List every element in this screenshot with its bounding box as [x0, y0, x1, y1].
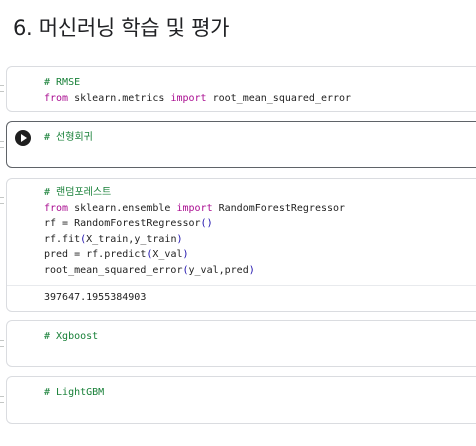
- cell-code: # Xgboost: [44, 329, 98, 345]
- code-line: pred = rf.predict(X_val): [44, 247, 345, 263]
- code-comment: # Xgboost: [44, 331, 99, 342]
- code-comment: # LightGBM: [44, 387, 105, 398]
- code-token: root_mean_squared_error: [206, 92, 352, 104]
- section-heading: 6. 머신러닝 학습 및 평가: [13, 16, 230, 40]
- code-comment: # 랜덤포레스트: [44, 187, 112, 198]
- code-keyword: import: [176, 202, 213, 214]
- cell-code: # 선형회귀: [44, 130, 93, 146]
- code-line: # 선형회귀: [44, 130, 93, 146]
- code-cell-xgboost[interactable]: # Xgboost: [6, 320, 476, 367]
- code-line: root_mean_squared_error(y_val,pred): [44, 263, 345, 279]
- code-cell-lightgbm[interactable]: # LightGBM: [6, 376, 476, 424]
- code-token: rf = RandomForestRegressor: [44, 218, 201, 229]
- cell-code: # LightGBM: [44, 385, 104, 401]
- code-line: rf = RandomForestRegressor(): [44, 216, 345, 232]
- cell-gutter-marker: [0, 197, 4, 204]
- cell-code: # RMSE from sklearn.metrics import root_m…: [44, 75, 351, 106]
- code-token: ): [248, 264, 255, 276]
- cell-code: # 랜덤포레스트 from sklearn.ensemble import Ran…: [44, 185, 345, 278]
- code-keyword: from: [44, 92, 69, 104]
- code-cell-random-forest[interactable]: # 랜덤포레스트 from sklearn.ensemble import Ran…: [6, 178, 476, 312]
- code-line: # LightGBM: [44, 385, 104, 401]
- code-token: rf.fit: [44, 233, 81, 245]
- code-line: # Xgboost: [44, 329, 98, 345]
- code-token: sklearn.metrics: [68, 92, 171, 104]
- code-keyword: from: [44, 202, 69, 214]
- code-line: # 랜덤포레스트: [44, 185, 345, 201]
- code-token: (): [200, 218, 213, 229]
- cell-gutter-marker: [0, 85, 4, 92]
- cell-gutter-marker: [0, 141, 4, 148]
- cell-output: 397647.1955384903: [44, 292, 147, 303]
- code-line: from sklearn.metrics import root_mean_sq…: [44, 91, 351, 107]
- code-token: ): [176, 233, 183, 245]
- code-token: ): [182, 249, 189, 260]
- code-line: rf.fit(X_train,y_train): [44, 232, 345, 248]
- code-comment: # 선형회귀: [44, 132, 93, 143]
- output-divider: [7, 285, 476, 286]
- cell-gutter-marker: [0, 396, 4, 403]
- code-cell-linear-regression[interactable]: # 선형회귀: [6, 121, 476, 168]
- code-token: root_mean_squared_error: [44, 264, 183, 276]
- code-token: sklearn.ensemble: [68, 202, 177, 214]
- cell-gutter-marker: [0, 340, 4, 347]
- code-token: X_val: [152, 249, 183, 260]
- code-comment: # RMSE: [44, 77, 81, 88]
- code-line: from sklearn.ensemble import RandomFores…: [44, 201, 345, 217]
- code-keyword: import: [170, 92, 207, 104]
- code-token: pred = rf.predict: [44, 249, 147, 260]
- code-token: y_val,pred: [188, 264, 249, 276]
- code-token: RandomForestRegressor: [212, 202, 346, 214]
- code-cell-rmse-import[interactable]: # RMSE from sklearn.metrics import root_m…: [6, 66, 476, 112]
- code-line: # RMSE: [44, 75, 351, 91]
- run-cell-icon[interactable]: [15, 130, 31, 146]
- code-token: X_train,y_train: [86, 233, 177, 245]
